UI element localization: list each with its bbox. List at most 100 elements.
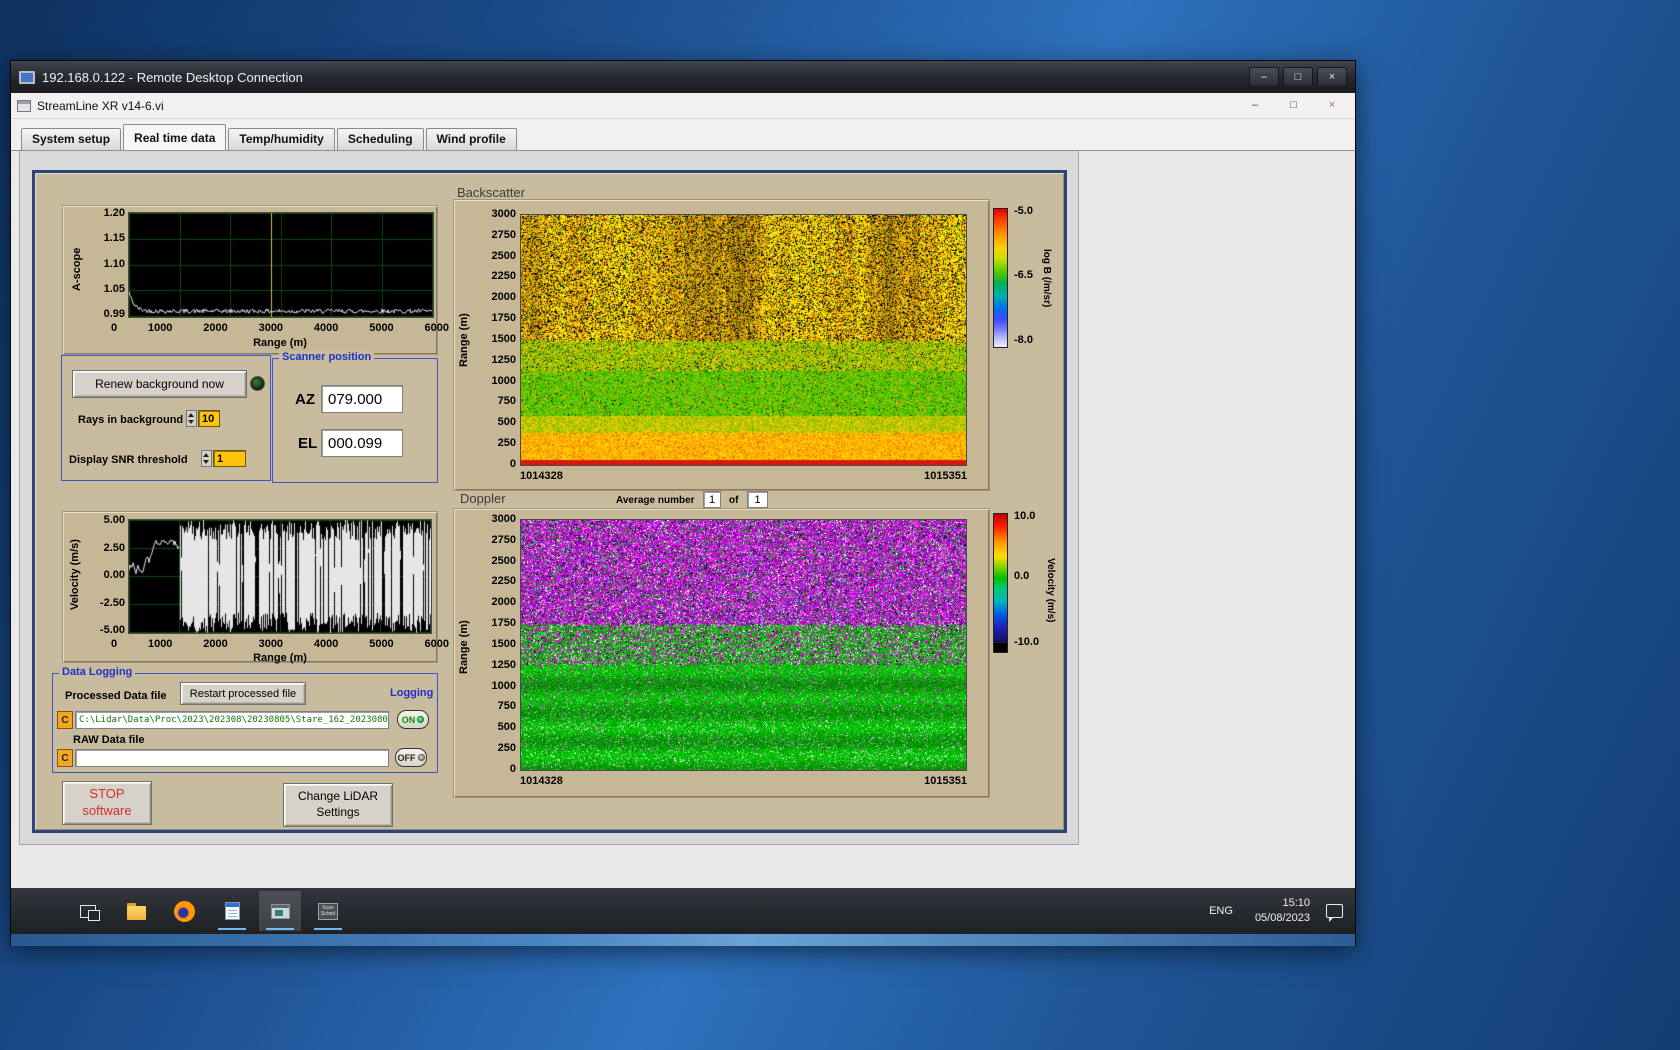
backscatter-x-end: 1015351: [924, 470, 967, 482]
change-lidar-settings-button[interactable]: Change LiDAR Settings: [283, 783, 393, 827]
rdp-close-button[interactable]: ×: [1317, 67, 1347, 87]
stop-button-line1: STOP: [89, 786, 125, 802]
app-minimize-button[interactable]: –: [1238, 95, 1272, 117]
rdp-maximize-button[interactable]: □: [1283, 67, 1313, 87]
renew-background-button[interactable]: Renew background now: [72, 370, 247, 398]
processed-drive-box[interactable]: C: [57, 711, 73, 729]
doppler-colorbar-nan: [993, 643, 1008, 653]
ascope-ylabel: A-scope: [71, 247, 83, 291]
scan-scheduler-icon: Scan Sched: [318, 902, 338, 920]
az-label: AZ: [295, 391, 315, 408]
average-of-label: of: [729, 495, 739, 506]
backscatter-xlabels: 1014328 1015351: [520, 470, 967, 482]
background-led-icon: [250, 376, 265, 391]
app-close-button[interactable]: ×: [1315, 95, 1349, 117]
scanner-position-caption: Scanner position: [279, 351, 375, 364]
tab-scheduling[interactable]: Scheduling: [336, 128, 424, 150]
tab-wind-profile[interactable]: Wind profile: [425, 128, 517, 150]
firefox-icon: [173, 900, 195, 922]
tab-strip: System setup Real time data Temp/humidity S…: [11, 119, 1355, 151]
raw-toggle-led-icon: [417, 754, 425, 761]
backscatter-x-start: 1014328: [520, 470, 563, 482]
rdp-minimize-button[interactable]: –: [1249, 67, 1279, 87]
tick-label: 5.00: [103, 514, 125, 526]
average-number-label: Average number: [616, 495, 695, 506]
tick-label: -5.00: [99, 624, 125, 636]
el-input[interactable]: [321, 429, 403, 457]
el-label: EL: [298, 435, 318, 452]
taskbar-clock[interactable]: 15:10 05/08/2023: [1255, 896, 1310, 926]
clock-time: 15:10: [1282, 897, 1310, 910]
tick-label: 5000: [369, 322, 394, 334]
tick-label: 3000: [258, 638, 284, 650]
tick-label: 1.20: [103, 207, 125, 219]
tick-label: 750: [497, 395, 516, 408]
backscatter-yticks: 3000 2750 2500 2250 2000 1750 1500 1250 1000 750 5…: [476, 208, 516, 470]
task-view-button[interactable]: [67, 891, 109, 931]
tab-real-time-data[interactable]: Real time data: [123, 124, 227, 150]
raw-drive-box[interactable]: C: [57, 749, 73, 767]
backscatter-graph: Range (m) 3000 2750 2500 2250 2000 1750 1500 12…: [453, 199, 990, 491]
doppler-colorbar: 10.0 0.0 -10.0: [993, 511, 1068, 663]
task-view-icon: [80, 904, 100, 921]
rays-input[interactable]: [198, 410, 220, 427]
tick-label: 1500: [491, 332, 516, 345]
raw-path-field[interactable]: [75, 749, 389, 767]
tick-label: 0: [509, 457, 516, 470]
tick-label: 1.15: [103, 232, 125, 245]
velocity-ylabel: Velocity (m/s): [69, 539, 81, 610]
folder-icon: [126, 902, 146, 920]
az-input[interactable]: [321, 385, 403, 413]
app-titlebar[interactable]: StreamLine XR v14-6.vi – □ ×: [11, 93, 1355, 119]
data-logging-box: Data Logging Processed Data file Restart…: [52, 666, 438, 773]
firefox-button[interactable]: [163, 891, 205, 931]
rdp-window: 192.168.0.122 - Remote Desktop Connectio…: [10, 60, 1356, 946]
doppler-plot: [520, 519, 967, 771]
tick-label: 0: [111, 638, 118, 650]
backscatter-ylabel: Range (m): [458, 313, 470, 367]
tick-label: 3000: [491, 208, 516, 220]
rays-spinner[interactable]: [186, 410, 197, 427]
backscatter-title: Backscatter: [457, 185, 525, 200]
rays-in-background-label: Rays in background: [78, 414, 184, 426]
tab-system-setup[interactable]: System setup: [21, 128, 122, 150]
doppler-x-end: 1015351: [924, 775, 967, 787]
backscatter-colorbar: -5.0 -6.5 -8.0: [993, 206, 1068, 358]
tab-temp-humidity[interactable]: Temp/humidity: [228, 128, 335, 150]
tick-label: 1000: [491, 679, 516, 692]
doppler-colorbar-ramp: [993, 513, 1008, 643]
ascope-plot: [128, 212, 434, 318]
tick-label: 250: [497, 742, 516, 755]
raw-data-file-label: RAW Data file: [73, 734, 145, 746]
doppler-ylabel: Range (m): [458, 620, 470, 674]
rdp-titlebar[interactable]: 192.168.0.122 - Remote Desktop Connectio…: [11, 61, 1355, 93]
tick-label: 2500: [491, 554, 516, 567]
vi-content: A-scope 1.20 1.15 1.10 1.05 0.99 0 1000 2000 30…: [11, 151, 1355, 888]
doppler-yticks: 3000 2750 2500 2250 2000 1750 1500 1250 1000 750 5…: [476, 514, 516, 775]
tick-label: 1250: [491, 353, 516, 366]
tick-label: 2000: [491, 291, 516, 304]
language-indicator[interactable]: ENG: [1203, 901, 1239, 921]
taskbar: Scan Sched ENG 15:10 05/08/2023: [11, 888, 1355, 934]
streamline-app-button[interactable]: [259, 891, 301, 931]
tick-label: 2750: [491, 228, 516, 241]
processed-path-field[interactable]: C:\Lidar\Data\Proc\2023\202308\20230805\…: [75, 711, 389, 729]
app-restore-button[interactable]: □: [1277, 95, 1311, 117]
notification-center-icon[interactable]: [1326, 904, 1343, 922]
restart-processed-file-button[interactable]: Restart processed file: [180, 682, 306, 705]
document-app-button[interactable]: [211, 891, 253, 931]
snr-spinner[interactable]: [201, 450, 212, 467]
file-explorer-button[interactable]: [115, 891, 157, 931]
stop-software-button[interactable]: STOP software: [62, 781, 152, 825]
processed-logging-toggle[interactable]: ON: [397, 710, 429, 729]
tick-label: 1250: [491, 658, 516, 671]
average-count-input[interactable]: [747, 491, 768, 508]
app-title: StreamLine XR v14-6.vi: [37, 98, 164, 113]
tick-label: 1.10: [103, 257, 125, 270]
snr-input[interactable]: [213, 450, 246, 467]
tick-label: 250: [497, 437, 516, 450]
raw-logging-toggle[interactable]: OFF: [395, 748, 427, 767]
scan-scheduler-button[interactable]: Scan Sched: [307, 891, 349, 931]
processed-data-file-label: Processed Data file: [65, 690, 167, 702]
average-number-input[interactable]: [703, 491, 721, 508]
